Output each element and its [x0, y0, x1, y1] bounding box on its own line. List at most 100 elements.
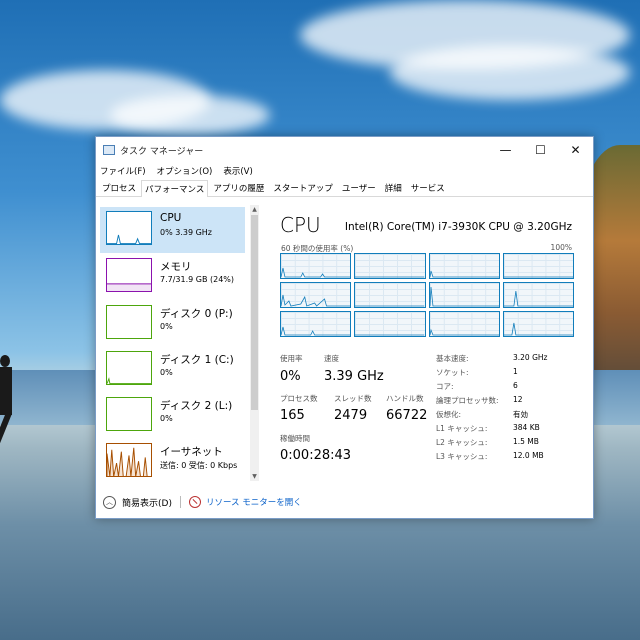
- threads-value: 2479: [334, 408, 368, 423]
- task-manager-icon: [103, 145, 115, 155]
- uptime-label: 稼働時間: [280, 434, 310, 443]
- spec-key: コア:: [436, 382, 454, 391]
- sidebar-item-detail: 送信: 0 受信: 0 Kbps: [160, 461, 238, 470]
- cpu-thumbnail-graph: [106, 211, 152, 245]
- spec-value: 6: [513, 381, 518, 390]
- spec-key: L2 キャッシュ:: [436, 438, 488, 447]
- open-resource-monitor-link[interactable]: リソース モニターを開く: [206, 496, 302, 508]
- resource-monitor-icon: [188, 496, 201, 508]
- sidebar-item-disk-0[interactable]: ディスク 0 (P:) 0%: [100, 301, 245, 347]
- close-button[interactable]: ✕: [558, 137, 593, 163]
- menu-view[interactable]: 表示(V): [223, 165, 252, 177]
- spec-key: L1 キャッシュ:: [436, 424, 488, 433]
- logical-processor-graph: [280, 311, 352, 337]
- sidebar-item-disk-2[interactable]: ディスク 2 (L:) 0%: [100, 393, 245, 439]
- logical-processor-graph: [502, 282, 574, 308]
- menu-options[interactable]: オプション(O): [157, 165, 213, 177]
- minimize-button[interactable]: —: [488, 137, 523, 163]
- usage-label: 使用率: [280, 354, 303, 363]
- tab-details[interactable]: 詳細: [381, 179, 406, 196]
- sidebar-item-disk-1[interactable]: ディスク 1 (C:) 0%: [100, 347, 245, 393]
- cpu-detail-panel: CPU Intel(R) Core(TM) i7-3930K CPU @ 3.2…: [274, 197, 584, 485]
- performance-content: CPU 0% 3.39 GHz メモリ 7.7/31.9 GB (24%) ディ…: [96, 197, 593, 485]
- logical-processor-graph: [280, 282, 352, 308]
- sidebar-scrollbar[interactable]: ▲ ▼: [250, 205, 259, 481]
- uptime-value: 0:00:28:43: [280, 448, 352, 463]
- spec-value: 12.0 MB: [513, 451, 544, 460]
- fewer-details-button[interactable]: ︿ 簡易表示(D): [103, 495, 172, 509]
- spec-value: 有効: [513, 410, 528, 419]
- sidebar-item-label: CPU: [160, 212, 182, 224]
- handles-label: ハンドル数: [386, 394, 424, 403]
- cpu-model-name: Intel(R) Core(TM) i7-3930K CPU @ 3.20GHz: [344, 221, 572, 233]
- sidebar-item-detail: 0%: [160, 322, 173, 331]
- chevron-up-icon: ︿: [103, 495, 116, 509]
- sidebar-item-detail: 0%: [160, 414, 173, 423]
- spec-key: L3 キャッシュ:: [436, 452, 488, 461]
- spec-key: 基本速度:: [436, 354, 469, 363]
- task-manager-window: タスク マネージャー — ☐ ✕ ファイル(F) オプション(O) 表示(V) …: [95, 136, 594, 519]
- disk-1-thumbnail-graph: [106, 351, 152, 385]
- sidebar-item-label: ディスク 1 (C:): [160, 354, 234, 366]
- spec-value: 12: [513, 395, 523, 404]
- tab-users[interactable]: ユーザー: [338, 179, 380, 196]
- title-bar[interactable]: タスク マネージャー — ☐ ✕: [96, 137, 593, 163]
- sidebar-item-detail: 0%: [160, 368, 173, 377]
- spec-value: 1: [513, 367, 518, 376]
- sidebar-item-label: メモリ: [160, 261, 192, 273]
- page-title: CPU: [280, 213, 321, 237]
- speed-label: 速度: [324, 354, 339, 363]
- tab-startup[interactable]: スタートアップ: [269, 179, 337, 196]
- scroll-up-icon[interactable]: ▲: [250, 205, 259, 214]
- logical-processor-graph: [502, 311, 574, 337]
- logical-processor-graphs: [280, 253, 574, 337]
- sidebar-item-ethernet[interactable]: イーサネット 送信: 0 受信: 0 Kbps: [100, 439, 245, 485]
- disk-2-thumbnail-graph: [106, 397, 152, 431]
- sidebar-item-label: イーサネット: [160, 446, 223, 458]
- logical-processor-graph: [280, 253, 352, 279]
- logical-processor-graph: [354, 253, 426, 279]
- processes-value: 165: [280, 408, 305, 423]
- logical-processor-graph: [354, 282, 426, 308]
- logical-processor-graph: [428, 282, 500, 308]
- logical-processor-graph: [354, 311, 426, 337]
- spec-key: 論理プロセッサ数:: [436, 396, 499, 405]
- logical-processor-graph: [428, 311, 500, 337]
- resource-sidebar: CPU 0% 3.39 GHz メモリ 7.7/31.9 GB (24%) ディ…: [100, 205, 259, 481]
- tab-services[interactable]: サービス: [407, 179, 449, 196]
- disk-0-thumbnail-graph: [106, 305, 152, 339]
- tab-performance[interactable]: パフォーマンス: [141, 180, 209, 197]
- maximize-button[interactable]: ☐: [523, 137, 558, 163]
- spec-key: ソケット:: [436, 368, 469, 377]
- spec-value: 3.20 GHz: [513, 353, 548, 362]
- scroll-thumb[interactable]: [251, 215, 258, 410]
- footer-divider: [179, 496, 181, 508]
- tab-bar: プロセス パフォーマンス アプリの履歴 スタートアップ ユーザー 詳細 サービス: [96, 178, 593, 197]
- spec-value: 384 KB: [513, 423, 540, 432]
- menu-bar: ファイル(F) オプション(O) 表示(V): [96, 163, 593, 178]
- ethernet-thumbnail-graph: [106, 443, 152, 477]
- sidebar-item-label: ディスク 0 (P:): [160, 308, 233, 320]
- tab-processes[interactable]: プロセス: [98, 179, 140, 196]
- logical-processor-graph: [428, 253, 500, 279]
- window-title: タスク マネージャー: [120, 146, 204, 157]
- memory-thumbnail-graph: [106, 258, 152, 292]
- processes-label: プロセス数: [280, 394, 318, 403]
- menu-file[interactable]: ファイル(F): [100, 165, 146, 177]
- spec-key: 仮想化:: [436, 410, 462, 419]
- sidebar-item-detail: 7.7/31.9 GB (24%): [160, 275, 235, 284]
- sidebar-item-cpu[interactable]: CPU 0% 3.39 GHz: [100, 207, 245, 253]
- runner-silhouette: [0, 355, 22, 460]
- scroll-down-icon[interactable]: ▼: [250, 472, 259, 481]
- logical-processor-graph: [502, 253, 574, 279]
- fewer-details-label: 簡易表示(D): [122, 498, 172, 509]
- handles-value: 66722: [386, 408, 428, 423]
- footer-bar: ︿ 簡易表示(D) リソース モニターを開く: [96, 489, 593, 515]
- spec-value: 1.5 MB: [513, 437, 539, 446]
- sidebar-item-detail: 0% 3.39 GHz: [160, 228, 213, 237]
- sidebar-item-label: ディスク 2 (L:): [160, 400, 233, 412]
- sidebar-item-memory[interactable]: メモリ 7.7/31.9 GB (24%): [100, 254, 245, 300]
- tab-app-history[interactable]: アプリの履歴: [209, 179, 268, 196]
- threads-label: スレッド数: [334, 394, 372, 403]
- graph-max-label: 100%: [550, 243, 572, 252]
